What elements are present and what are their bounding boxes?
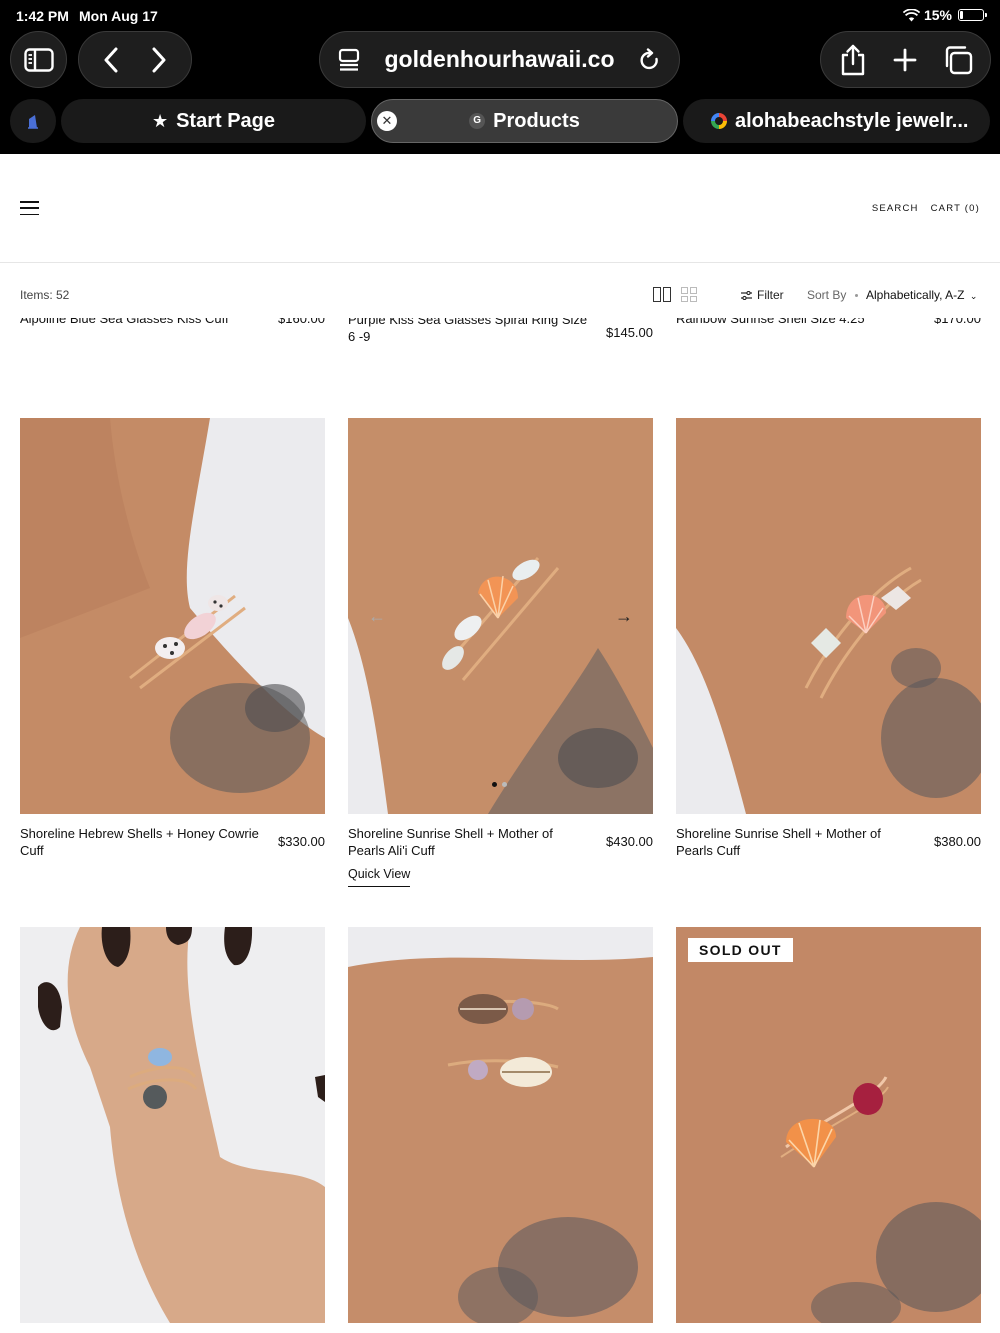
- battery-fill: [960, 11, 964, 19]
- header-links: SEARCH CART (0): [872, 203, 980, 214]
- product-image[interactable]: [676, 418, 981, 814]
- quick-view-link[interactable]: Quick View: [348, 866, 411, 887]
- browser-chrome: 1:42 PM Mon Aug 17 15% goldenhourhawaii.…: [0, 0, 1000, 154]
- product-price: $145.00: [606, 325, 653, 340]
- sold-out-badge: SOLD OUT: [688, 938, 793, 962]
- product-image[interactable]: [20, 418, 325, 814]
- google-favicon: [711, 113, 727, 129]
- sort-dropdown[interactable]: Alphabetically, A-Z ⌄: [866, 288, 977, 302]
- tab-label: Products: [493, 109, 580, 132]
- chevron-right-icon: [152, 47, 166, 72]
- product-price: $330.00: [278, 834, 325, 849]
- status-indicators: 15%: [902, 7, 987, 23]
- reload-icon[interactable]: [639, 47, 661, 72]
- product-image[interactable]: ← →: [348, 418, 653, 814]
- profile-icon: [28, 115, 38, 129]
- profile-button[interactable]: [10, 99, 56, 143]
- tab-label: alohabeachstyle jewelr...: [735, 109, 969, 132]
- product-image[interactable]: [348, 927, 653, 1323]
- sliders-icon: [741, 290, 752, 300]
- product-price: $170.00: [934, 318, 981, 326]
- forward-button[interactable]: [139, 40, 179, 80]
- product-title[interactable]: Shoreline Sunrise Shell + Mother of Pear…: [676, 825, 916, 859]
- share-button[interactable]: [833, 40, 873, 80]
- product-title[interactable]: Shoreline Sunrise Shell + Mother of Pear…: [348, 825, 588, 859]
- product-image[interactable]: [20, 927, 325, 1323]
- product-info: Shoreline Sunrise Shell + Mother of Pear…: [348, 825, 653, 887]
- back-button[interactable]: [91, 40, 131, 80]
- chevron-down-icon: ⌄: [969, 291, 978, 301]
- carousel-dots: [492, 782, 507, 787]
- product-title[interactable]: Alpoline Blue Sea Glasses Kiss Cuff: [20, 318, 229, 326]
- carousel-dot[interactable]: [502, 782, 507, 787]
- sort-value: Alphabetically, A-Z: [866, 288, 965, 302]
- g-favicon: G: [469, 113, 486, 129]
- tab-label: Start Page: [176, 109, 276, 132]
- filter-label: Filter: [757, 288, 784, 302]
- tabs-icon: [945, 45, 973, 74]
- separator-dot: [855, 294, 858, 297]
- site-header: SEARCH CART (0): [0, 154, 1000, 263]
- sort-label: Sort By: [807, 288, 847, 302]
- product-info: Shoreline Sunrise Shell + Mother of Pear…: [676, 825, 981, 859]
- history-nav: [78, 31, 192, 88]
- close-tab-icon[interactable]: ✕: [377, 111, 397, 131]
- battery-icon: [958, 9, 987, 21]
- new-tab-button[interactable]: [885, 40, 925, 80]
- four-column-view-icon[interactable]: [681, 287, 697, 302]
- partial-product-row: Alpoline Blue Sea Glasses Kiss Cuff $160…: [0, 318, 1000, 358]
- product-title[interactable]: Rainbow Sunrise Shell Size 4.25: [676, 318, 865, 326]
- wifi-icon: [902, 8, 920, 21]
- cart-link[interactable]: CART (0): [931, 203, 980, 214]
- battery-percent: 15%: [923, 7, 952, 23]
- star-icon: ★: [151, 110, 169, 131]
- status-time: 1:42 PM: [16, 8, 69, 24]
- tab-overview-button[interactable]: [938, 40, 978, 80]
- chevron-left-icon: [104, 47, 118, 72]
- product-price: $160.00: [278, 318, 325, 326]
- plus-icon: [894, 48, 917, 71]
- filter-button[interactable]: Filter: [741, 288, 784, 302]
- carousel-dot[interactable]: [492, 782, 497, 787]
- tab-alohabeachstyle[interactable]: alohabeachstyle jewelr...: [683, 99, 990, 143]
- sidebar-toggle-button[interactable]: [10, 31, 67, 88]
- hamburger-menu-icon[interactable]: [20, 201, 39, 215]
- product-price: $380.00: [934, 834, 981, 849]
- address-bar[interactable]: goldenhourhawaii.co: [319, 31, 680, 88]
- product-price: $430.00: [606, 834, 653, 849]
- collection-toolbar: Items: 52 Filter Sort By Alphabetically,…: [0, 264, 1000, 326]
- browser-actions: [820, 31, 991, 88]
- url-text: goldenhourhawaii.co: [384, 46, 615, 72]
- product-info: Shoreline Hebrew Shells + Honey Cowrie C…: [20, 825, 325, 859]
- two-column-view-icon[interactable]: [653, 287, 671, 302]
- tab-start-page[interactable]: ★ Start Page: [61, 99, 366, 143]
- arrow-left-icon[interactable]: ←: [368, 606, 386, 627]
- status-date: Mon Aug 17: [79, 8, 158, 24]
- sidebar-icon: [23, 47, 54, 72]
- page-menu-icon: [338, 48, 360, 71]
- tab-products[interactable]: ✕ G Products: [371, 99, 678, 143]
- product-title[interactable]: Shoreline Hebrew Shells + Honey Cowrie C…: [20, 825, 260, 859]
- items-count: Items: 52: [20, 288, 70, 302]
- search-link[interactable]: SEARCH: [872, 203, 919, 214]
- arrow-right-icon[interactable]: →: [615, 606, 633, 627]
- product-image[interactable]: SOLD OUT: [676, 927, 981, 1323]
- share-icon: [841, 44, 865, 75]
- status-bar: 1:42 PM Mon Aug 17 15%: [0, 0, 1000, 30]
- product-title[interactable]: Purple Kiss Sea Glasses Spiral Ring Size…: [348, 318, 588, 345]
